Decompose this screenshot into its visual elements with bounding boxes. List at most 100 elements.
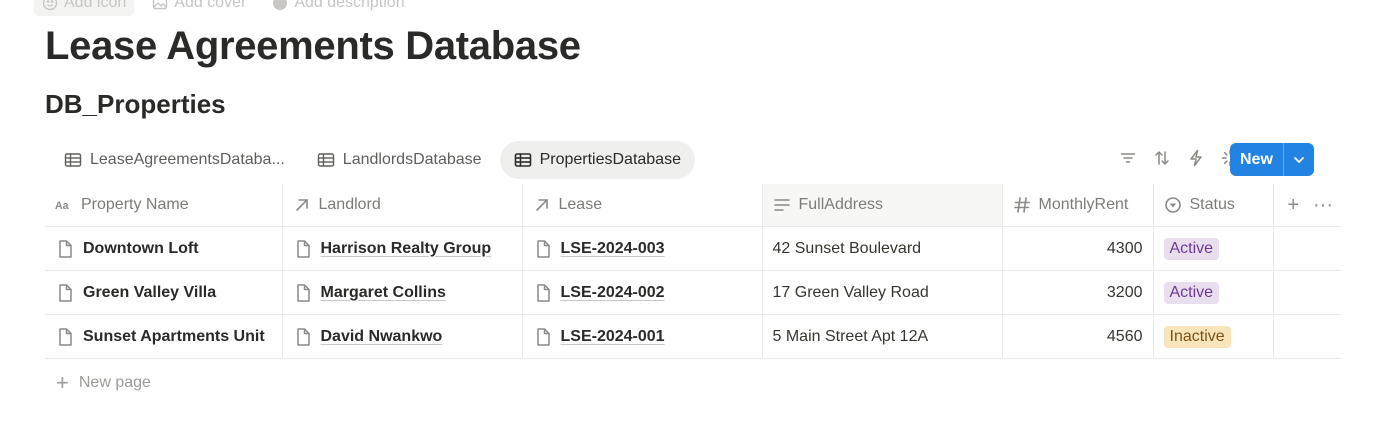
lease-link[interactable]: LSE-2024-001: [561, 328, 665, 346]
full-address: 5 Main Street Apt 12A: [772, 327, 929, 345]
page-icon: [296, 239, 310, 258]
tab-landlords-database[interactable]: LandlordsDatabase: [303, 141, 496, 179]
add-icon-button[interactable]: Add icon: [34, 0, 135, 16]
new-dropdown-button[interactable]: [1282, 143, 1314, 176]
empty-cell: [1272, 226, 1341, 271]
tab-properties-database[interactable]: PropertiesDatabase: [499, 141, 695, 179]
page-icon: [296, 283, 310, 302]
status-badge: Inactive: [1163, 325, 1231, 348]
property-name-cell[interactable]: Sunset Apartments Unit: [45, 314, 282, 359]
sort-button[interactable]: [1147, 143, 1177, 173]
table-row[interactable]: Green Valley Villa Margaret Collins LSE-20…: [45, 270, 1341, 315]
property-name[interactable]: Green Valley Villa: [83, 284, 216, 302]
tab-lease-agreements-database[interactable]: LeaseAgreementsDataba...: [50, 141, 299, 179]
lease-cell[interactable]: LSE-2024-001: [521, 314, 762, 359]
column-label: FullAddress: [798, 196, 883, 213]
column-header-lease[interactable]: Lease: [521, 184, 762, 227]
table-icon: [317, 153, 334, 167]
status-cell[interactable]: Active: [1152, 270, 1273, 315]
lease-link[interactable]: LSE-2024-002: [561, 284, 665, 302]
lease-cell[interactable]: LSE-2024-002: [521, 270, 762, 315]
new-record-button[interactable]: New: [1230, 143, 1314, 176]
svg-text:Aa: Aa: [55, 200, 69, 212]
property-name-cell[interactable]: Downtown Loft: [45, 226, 282, 271]
filter-button[interactable]: [1113, 143, 1143, 173]
status-cell[interactable]: Active: [1152, 226, 1273, 271]
empty-cell: [1272, 270, 1341, 315]
column-header-full-address[interactable]: FullAddress: [761, 184, 1002, 227]
column-label: Lease: [558, 196, 603, 213]
empty-cell: [1272, 314, 1341, 359]
landlord-link[interactable]: David Nwankwo: [321, 328, 443, 346]
column-label: Property Name: [81, 196, 189, 213]
more-options-button[interactable]: ···: [1313, 195, 1333, 215]
status-cell[interactable]: Inactive: [1152, 314, 1273, 359]
new-page-label: New page: [78, 374, 151, 391]
column-header-property-name[interactable]: Aa Property Name: [45, 184, 282, 227]
landlord-link[interactable]: Margaret Collins: [321, 284, 446, 302]
monthly-rent: 4560: [1106, 327, 1143, 345]
column-header-landlord[interactable]: Landlord: [281, 184, 522, 227]
tab-label: PropertiesDatabase: [539, 151, 681, 168]
full-address-cell[interactable]: 42 Sunset Boulevard: [761, 226, 1002, 271]
property-name[interactable]: Downtown Loft: [83, 240, 199, 258]
column-label: MonthlyRent: [1038, 196, 1129, 213]
monthly-rent-cell[interactable]: 4560: [1001, 314, 1153, 359]
page-header-actions: Add icon Add cover Add description: [34, 0, 413, 16]
page-icon: [536, 239, 550, 258]
automation-button[interactable]: [1181, 143, 1211, 173]
monthly-rent: 4300: [1106, 239, 1143, 257]
text-property-icon: Aa: [55, 200, 69, 212]
page-icon: [59, 283, 72, 302]
property-name[interactable]: Sunset Apartments Unit: [83, 328, 265, 346]
add-cover-label: Add cover: [174, 0, 247, 11]
plus-icon: +: [56, 370, 69, 395]
monthly-rent: 3200: [1106, 283, 1143, 301]
lease-link[interactable]: LSE-2024-003: [561, 240, 665, 258]
page-icon: [536, 283, 550, 302]
status-badge: Active: [1163, 281, 1220, 304]
status-icon: [1164, 197, 1181, 213]
table-icon: [514, 153, 531, 167]
sort-icon: [1155, 151, 1169, 165]
database-title[interactable]: DB_Properties: [45, 89, 226, 120]
landlord-cell[interactable]: Margaret Collins: [281, 270, 522, 315]
new-button-label[interactable]: New: [1230, 143, 1283, 176]
full-address-cell[interactable]: 17 Green Valley Road: [761, 270, 1002, 315]
tab-label: LeaseAgreementsDataba...: [90, 151, 285, 168]
landlord-cell[interactable]: David Nwankwo: [281, 314, 522, 359]
page-icon: [296, 327, 310, 346]
full-address: 17 Green Valley Road: [772, 283, 929, 301]
new-page-button[interactable]: + New page: [56, 372, 151, 394]
add-cover-button[interactable]: Add cover: [144, 0, 254, 16]
full-address-cell[interactable]: 5 Main Street Apt 12A: [761, 314, 1002, 359]
landlord-link[interactable]: Harrison Realty Group: [321, 240, 492, 258]
page-icon: [59, 327, 72, 346]
add-column-button[interactable]: +: [1287, 195, 1299, 215]
long-text-icon: [773, 199, 790, 211]
chevron-down-icon: [1294, 156, 1304, 163]
smiley-icon: [42, 0, 58, 11]
relation-arrow-icon: [535, 199, 548, 211]
image-icon: [153, 0, 168, 10]
column-label: Status: [1189, 196, 1235, 213]
table-header-row: Aa Property Name Landlord Lease FullAddr…: [45, 184, 1341, 227]
add-icon-label: Add icon: [64, 0, 127, 11]
add-description-button[interactable]: Add description: [264, 0, 412, 16]
column-header-status[interactable]: Status: [1152, 184, 1273, 227]
lease-cell[interactable]: LSE-2024-003: [521, 226, 762, 271]
tab-label: LandlordsDatabase: [342, 151, 482, 168]
page-title[interactable]: Lease Agreements Database: [45, 24, 581, 69]
info-icon: [273, 0, 288, 10]
full-address: 42 Sunset Boulevard: [772, 239, 922, 257]
table-row[interactable]: Downtown Loft Harrison Realty Group LSE-20…: [45, 226, 1341, 271]
monthly-rent-cell[interactable]: 3200: [1001, 270, 1153, 315]
landlord-cell[interactable]: Harrison Realty Group: [281, 226, 522, 271]
monthly-rent-cell[interactable]: 4300: [1001, 226, 1153, 271]
table-icon: [64, 153, 82, 167]
page-icon: [59, 239, 72, 258]
table-row[interactable]: Sunset Apartments Unit David Nwankwo LSE-2…: [45, 314, 1341, 359]
property-name-cell[interactable]: Green Valley Villa: [45, 270, 282, 315]
relation-arrow-icon: [295, 199, 308, 211]
column-header-monthly-rent[interactable]: MonthlyRent: [1001, 184, 1153, 227]
